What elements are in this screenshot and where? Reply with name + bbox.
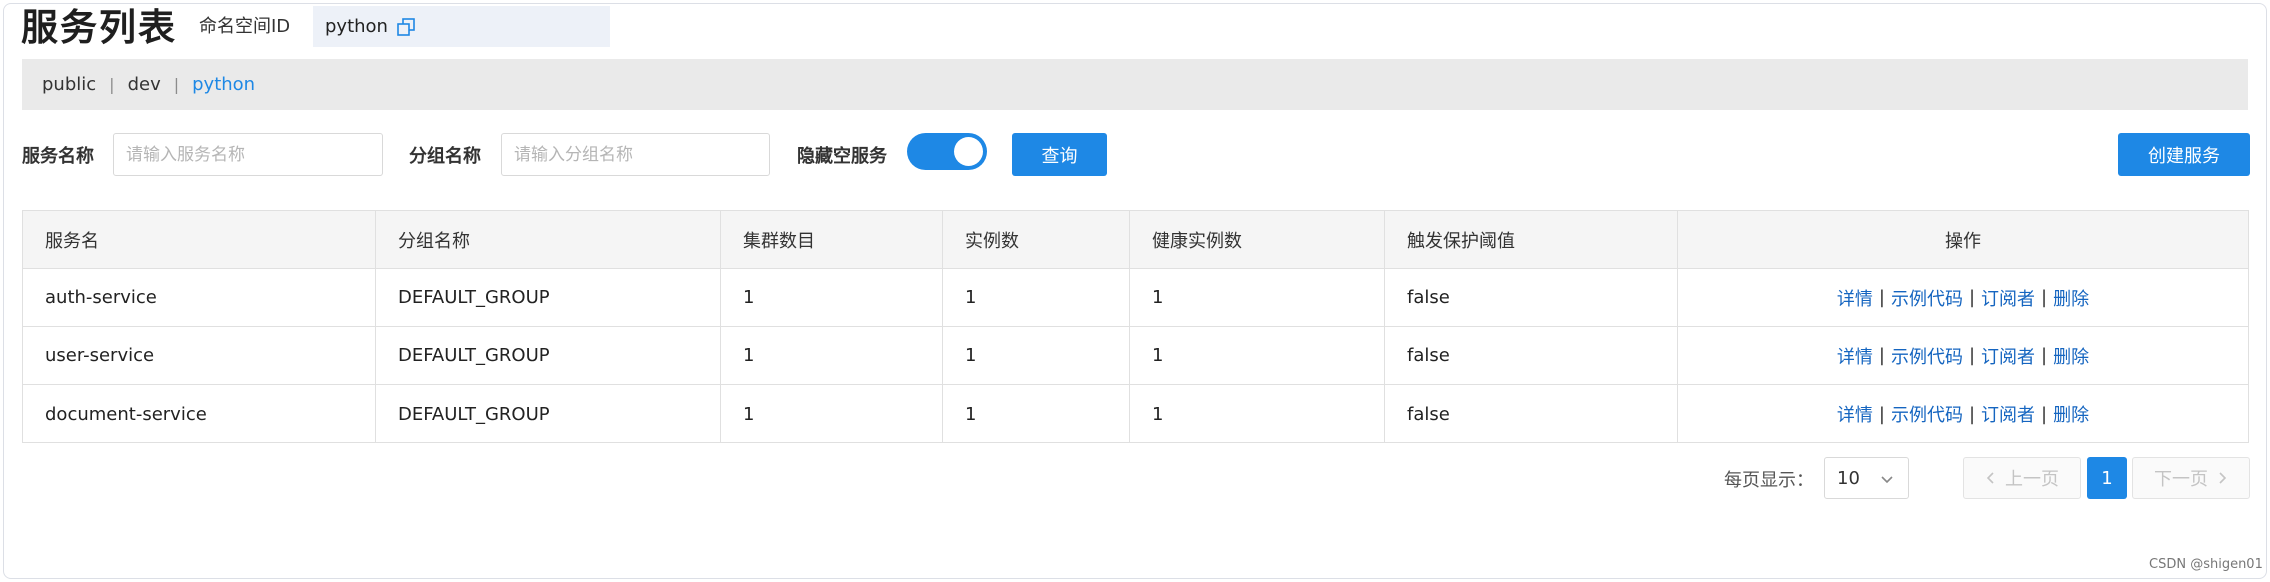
hide-empty-toggle[interactable] [907,133,987,170]
column-header: 健康实例数 [1130,211,1385,268]
action-separator: | [2041,403,2048,425]
query-button[interactable]: 查询 [1012,133,1107,176]
create-service-button[interactable]: 创建服务 [2118,133,2250,176]
column-header: 操作 [1945,230,1981,252]
cluster-count-cell: 1 [721,327,943,384]
sample-code-link[interactable]: 示例代码 [1891,285,1963,311]
column-header: 实例数 [943,211,1130,268]
cluster-count-cell: 1 [721,385,943,443]
namespace-id-value: python [325,16,388,37]
current-page-button[interactable]: 1 [2087,457,2127,499]
delete-link[interactable]: 删除 [2053,401,2089,427]
instance-count-cell: 1 [943,385,1130,443]
table-row: auth-service DEFAULT_GROUP 1 1 1 false 详… [23,269,2248,327]
namespace-item-dev[interactable]: dev [128,74,161,95]
healthy-instance-count-cell: 1 [1130,327,1385,384]
next-page-label: 下一页 [2154,469,2208,490]
service-name-input[interactable] [113,133,383,176]
column-header: 触发保护阈值 [1385,211,1678,268]
protect-threshold-cell: false [1385,327,1678,384]
group-name-input[interactable] [501,133,770,176]
namespace-bar: public | dev | python [22,59,2248,110]
page-title: 服务列表 [21,6,177,49]
detail-link[interactable]: 详情 [1837,285,1873,311]
group-name-cell: DEFAULT_GROUP [376,327,721,384]
toggle-knob [954,137,983,166]
healthy-instance-count-cell: 1 [1130,269,1385,326]
column-header: 分组名称 [376,211,721,268]
action-separator: | [1878,287,1885,308]
action-separator: | [1878,403,1885,425]
action-separator: | [1968,403,1976,425]
action-separator: | [1968,287,1976,308]
action-separator: | [1968,345,1976,366]
detail-link[interactable]: 详情 [1837,343,1873,369]
chevron-down-icon [1880,471,1894,485]
prev-page-button[interactable]: 上一页 [1963,457,2081,499]
chevron-left-icon [1985,471,1995,485]
service-name-cell: user-service [23,327,376,384]
hide-empty-label: 隐藏空服务 [797,146,887,167]
detail-link[interactable]: 详情 [1837,401,1873,427]
table-row: document-service DEFAULT_GROUP 1 1 1 fal… [23,385,2248,443]
service-name-cell: auth-service [23,269,376,326]
sample-code-link[interactable]: 示例代码 [1891,343,1963,369]
sample-code-link[interactable]: 示例代码 [1891,401,1963,427]
service-name-cell: document-service [23,385,376,443]
protect-threshold-cell: false [1385,385,1678,443]
namespace-item-public[interactable]: public [42,74,96,95]
subscribers-link[interactable]: 订阅者 [1981,401,2035,427]
actions-cell: 详情 | 示例代码 | 订阅者 | 删除 [1678,327,2248,384]
delete-link[interactable]: 删除 [2053,343,2089,369]
namespace-id-box: python [313,6,610,47]
table-row: user-service DEFAULT_GROUP 1 1 1 false 详… [23,327,2248,385]
actions-cell: 详情 | 示例代码 | 订阅者 | 删除 [1678,269,2248,326]
namespace-separator: | [109,75,115,94]
subscribers-link[interactable]: 订阅者 [1981,343,2035,369]
action-separator: | [1878,345,1885,366]
action-separator: | [2041,345,2048,366]
page-size-value: 10 [1837,467,1860,489]
group-name-cell: DEFAULT_GROUP [376,269,721,326]
actions-cell: 详情 | 示例代码 | 订阅者 | 删除 [1678,385,2248,443]
service-name-label: 服务名称 [22,146,94,167]
delete-link[interactable]: 删除 [2053,285,2089,311]
namespace-item-python[interactable]: python [192,74,255,95]
instance-count-cell: 1 [943,269,1130,326]
protect-threshold-cell: false [1385,269,1678,326]
subscribers-link[interactable]: 订阅者 [1981,285,2035,311]
page-size-label: 每页显示： [1724,470,1814,491]
next-page-button[interactable]: 下一页 [2132,457,2250,499]
instance-count-cell: 1 [943,327,1130,384]
chevron-right-icon [2218,471,2228,485]
group-name-cell: DEFAULT_GROUP [376,385,721,443]
table-header: 服务名 分组名称 集群数目 实例数 健康实例数 触发保护阈值 操作 [23,211,2248,269]
column-header: 服务名 [23,211,376,268]
service-table: 服务名 分组名称 集群数目 实例数 健康实例数 触发保护阈值 操作 auth-s… [22,210,2249,443]
cluster-count-cell: 1 [721,269,943,326]
page-size-select[interactable]: 10 [1824,457,1909,499]
namespace-separator: | [173,75,180,94]
action-separator: | [2041,287,2048,308]
prev-page-label: 上一页 [2005,469,2059,490]
title-row: 服务列表 [21,0,177,49]
group-name-label: 分组名称 [409,146,481,167]
copy-icon[interactable] [396,17,416,37]
healthy-instance-count-cell: 1 [1130,385,1385,443]
column-header: 集群数目 [721,211,943,268]
watermark: CSDN @shigen01 [2149,557,2263,572]
namespace-id-label: 命名空间ID [199,16,291,37]
